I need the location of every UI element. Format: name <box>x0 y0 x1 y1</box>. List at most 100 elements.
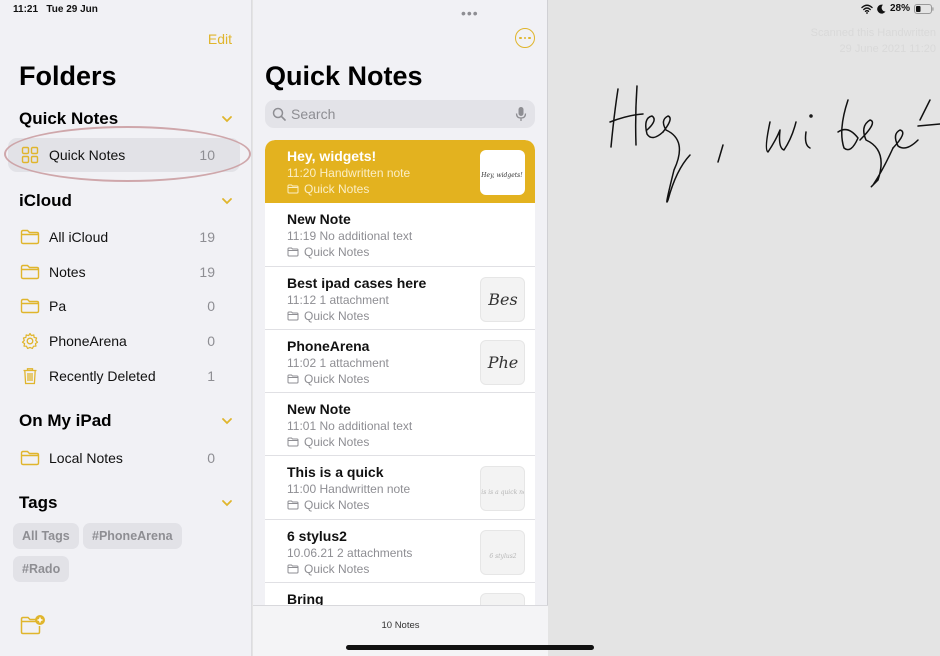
moon-icon <box>877 4 886 14</box>
note-folder-label: Quick Notes <box>304 182 370 196</box>
search-field[interactable] <box>265 100 535 128</box>
note-thumbnail: Phe <box>480 339 525 385</box>
sidebar-item-pa[interactable]: Pa 0 <box>8 289 240 323</box>
note-folder-label: Quick Notes <box>304 371 370 386</box>
status-time-date: 11:21 Tue 29 Jun <box>13 4 98 15</box>
trash-icon <box>20 367 40 385</box>
sidebar-item-count: 19 <box>199 229 215 245</box>
home-indicator[interactable] <box>346 645 594 650</box>
grid-icon <box>20 146 40 164</box>
thumbnail-text: Hey, widgets! <box>480 172 523 179</box>
chevron-down-icon[interactable] <box>220 112 234 126</box>
folders-sidebar: 11:21 Tue 29 Jun Edit Folders Quick Note… <box>0 0 252 656</box>
folder-icon <box>287 500 299 510</box>
thumbnail-text: Phe <box>487 353 519 372</box>
section-quick-notes[interactable]: Quick Notes <box>19 109 118 129</box>
note-folder: Quick Notes <box>287 435 535 449</box>
note-editor[interactable]: 28% Scanned this Handwritten 29 June 202… <box>548 0 940 656</box>
note-thumbnail: Bes <box>480 276 525 322</box>
status-date: Tue 29 Jun <box>46 4 98 15</box>
note-thumbnail: This is a quick note <box>480 466 525 512</box>
wifi-icon <box>861 4 873 14</box>
sidebar-item-label: Pa <box>49 298 67 314</box>
folder-icon <box>287 437 299 447</box>
sidebar-item-label: Quick Notes <box>49 147 126 163</box>
note-folder: Quick Notes <box>287 245 535 259</box>
sidebar-item-label: Recently Deleted <box>49 368 156 384</box>
sidebar-item-count: 0 <box>207 333 215 349</box>
edit-button[interactable]: Edit <box>208 31 232 47</box>
note-row[interactable]: Best ipad cases here 11:12 1 attachment Qu… <box>265 267 535 330</box>
note-folder-label: Quick Notes <box>304 498 370 513</box>
chevron-down-icon[interactable] <box>220 496 234 510</box>
folder-icon <box>287 247 299 257</box>
note-row[interactable]: New Note 11:19 No additional text Quick No… <box>265 203 535 267</box>
sidebar-item-notes[interactable]: Notes 19 <box>8 255 240 289</box>
folder-icon <box>287 564 299 574</box>
note-thumbnail <box>480 593 525 605</box>
sidebar-item-phonearena[interactable]: PhoneArena 0 <box>8 324 240 358</box>
notes-count: 10 Notes <box>381 620 420 631</box>
multitasking-dots-icon[interactable]: ••• <box>461 5 479 21</box>
folder-icon <box>20 228 40 246</box>
chevron-down-icon[interactable] <box>220 414 234 428</box>
tag-all-tags[interactable]: All Tags <box>13 523 79 549</box>
note-folder-label: Quick Notes <box>304 435 370 450</box>
section-on-my-ipad[interactable]: On My iPad <box>19 411 112 431</box>
note-folder-label: Quick Notes <box>304 245 370 260</box>
sidebar-item-label: PhoneArena <box>49 333 127 349</box>
status-time: 11:21 <box>13 4 39 15</box>
sidebar-item-count: 0 <box>207 298 215 314</box>
tag-rado[interactable]: #Rado <box>13 556 70 582</box>
thumbnail-text: Bes <box>487 290 517 309</box>
note-meta: 11:01 No additional text <box>287 419 413 434</box>
battery-icon <box>914 3 934 14</box>
folder-icon <box>287 311 299 321</box>
notes-list-pane: ••• Quick Notes Hey, widgets!11:20 Handw… <box>253 0 548 656</box>
microphone-icon[interactable] <box>515 106 527 122</box>
more-options-button[interactable] <box>515 28 535 48</box>
note-row[interactable]: Bring <box>265 583 535 605</box>
handwriting-drawing[interactable] <box>548 60 940 240</box>
folder-icon <box>287 184 299 194</box>
note-row[interactable]: This is a quick 11:00 Handwritten note Qui… <box>265 456 535 520</box>
note-meta: 11:19 No additional text <box>287 229 413 244</box>
tag-phonearena[interactable]: #PhoneArena <box>83 523 182 549</box>
note-row[interactable]: 6 stylus2 10.06.21 2 attachments Quick Not… <box>265 520 535 584</box>
sidebar-item-label: Notes <box>49 264 86 280</box>
battery-percent: 28% <box>889 3 910 14</box>
note-folder-label: Quick Notes <box>304 561 370 576</box>
note-header-line: Scanned this Handwritten <box>810 27 936 39</box>
note-title: New Note <box>287 401 351 418</box>
sidebar-item-count: 19 <box>199 264 215 280</box>
section-icloud[interactable]: iCloud <box>19 191 72 211</box>
note-thumbnail: 6 stylus2 <box>480 529 525 575</box>
gear-icon <box>20 332 40 350</box>
sidebar-item-count: 1 <box>207 368 215 384</box>
chevron-down-icon[interactable] <box>220 194 234 208</box>
search-icon <box>272 107 286 121</box>
folder-icon <box>20 449 40 467</box>
folder-icon <box>20 263 40 281</box>
folder-icon <box>287 374 299 384</box>
note-row[interactable]: PhoneArena 11:02 1 attachment Quick Notes P… <box>265 330 535 394</box>
sidebar-item-quick-notes[interactable]: Quick Notes 10 <box>8 138 240 172</box>
sidebar-item-label: All iCloud <box>49 229 109 245</box>
notes-list: Hey, widgets! 11:20 Handwritten note Quick… <box>265 140 535 605</box>
folder-icon <box>20 297 40 315</box>
note-thumbnail: Hey, widgets! <box>480 150 525 195</box>
sidebar-item-recently-deleted[interactable]: Recently Deleted 1 <box>8 359 240 393</box>
section-tags[interactable]: Tags <box>19 493 57 513</box>
note-timestamp: 29 June 2021 11:20 <box>839 43 936 55</box>
status-indicators: 28% <box>861 3 934 14</box>
list-title: Quick Notes <box>265 61 423 91</box>
note-row[interactable]: Hey, widgets! 11:20 Handwritten note Quick… <box>265 140 535 204</box>
search-input[interactable] <box>291 106 515 122</box>
note-row[interactable]: New Note 11:01 No additional text Quick No… <box>265 393 535 457</box>
sidebar-item-all-icloud[interactable]: All iCloud 19 <box>8 220 240 254</box>
sidebar-item-label: Local Notes <box>49 450 123 466</box>
sidebar-item-local-notes[interactable]: Local Notes 0 <box>8 441 240 475</box>
sidebar-item-count: 10 <box>199 147 215 163</box>
sidebar-item-count: 0 <box>207 450 215 466</box>
new-folder-icon[interactable] <box>20 614 46 636</box>
